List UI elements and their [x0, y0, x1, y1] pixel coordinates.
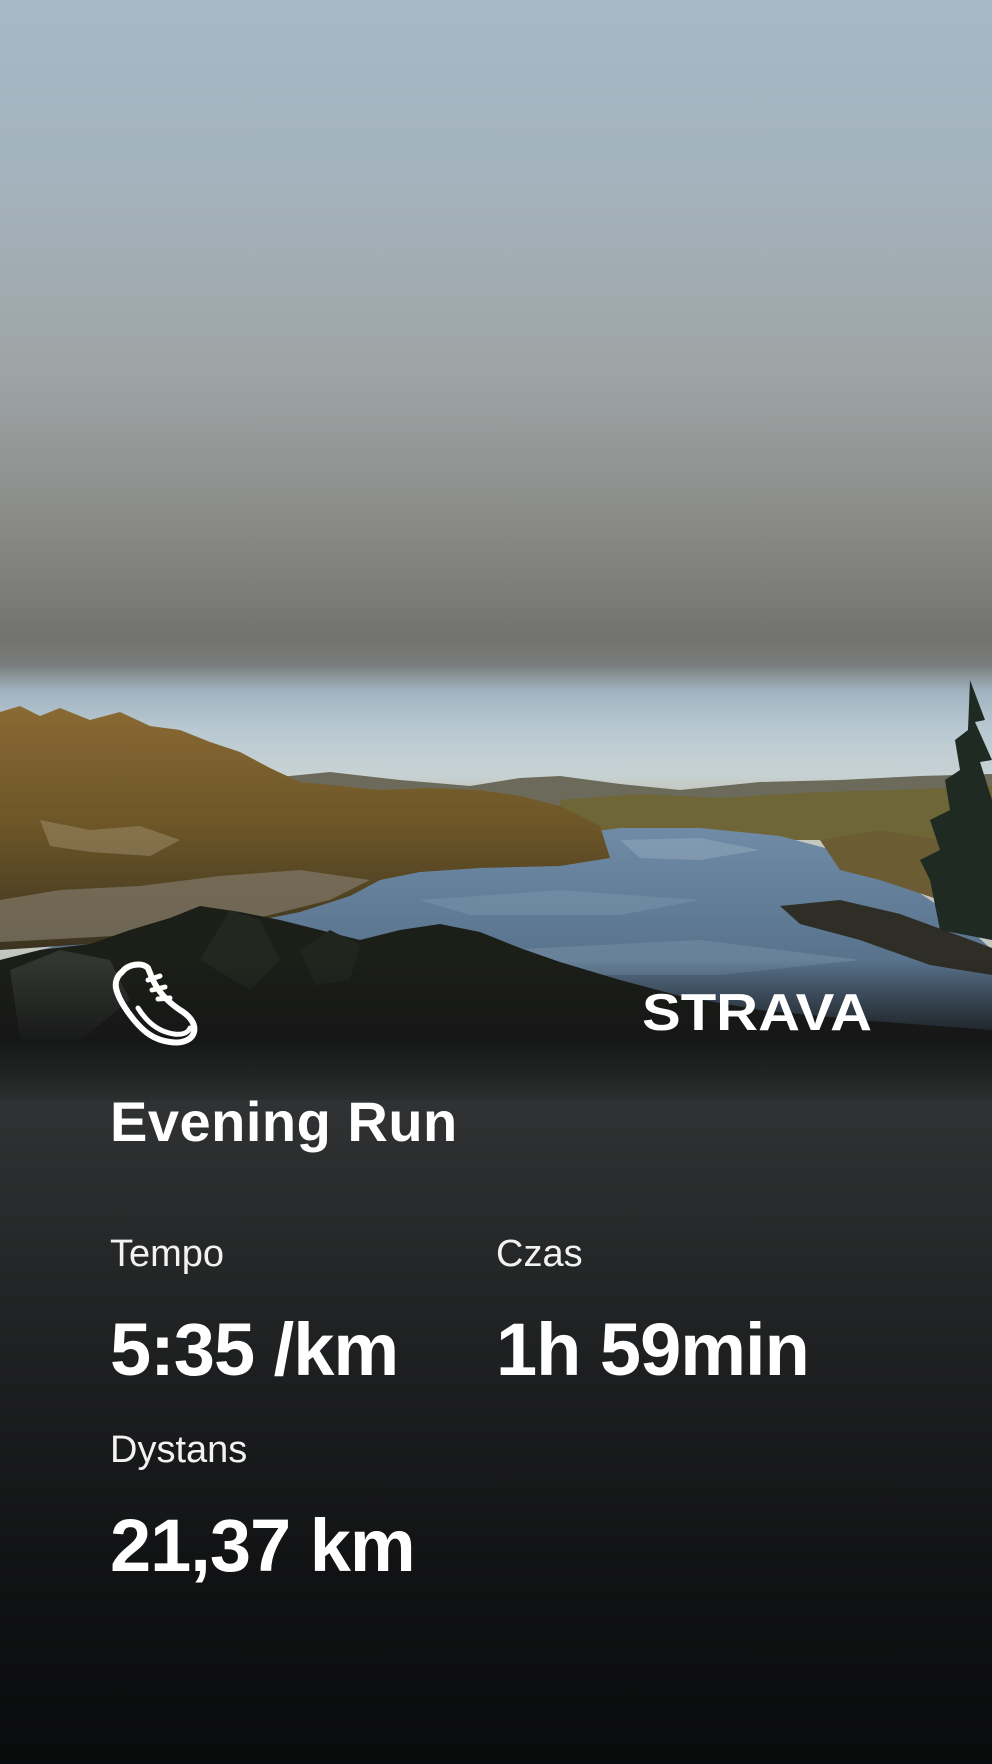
strava-logo: STRAVA [642, 986, 872, 1034]
strava-logo-text: STRAVA [642, 986, 872, 1034]
stat-time: Czas 1h 59min [496, 1232, 810, 1392]
stat-distance: Dystans 21,37 km [110, 1428, 416, 1588]
stat-time-label: Czas [496, 1233, 583, 1275]
activity-share-card: STRAVA Evening Run Tempo 5:35 /km Czas 1… [0, 0, 992, 1764]
stat-time-value: 1h 59min [496, 1308, 810, 1391]
stat-pace: Tempo 5:35 /km [110, 1232, 399, 1392]
lake-landscape-image [0, 680, 992, 1100]
running-shoe-icon [112, 961, 198, 1046]
stat-distance-value: 21,37 km [110, 1504, 416, 1587]
activity-title: Evening Run [110, 1090, 458, 1153]
stat-distance-label: Dystans [110, 1429, 248, 1471]
stat-pace-value: 5:35 /km [110, 1308, 399, 1391]
stat-pace-label: Tempo [110, 1233, 225, 1275]
